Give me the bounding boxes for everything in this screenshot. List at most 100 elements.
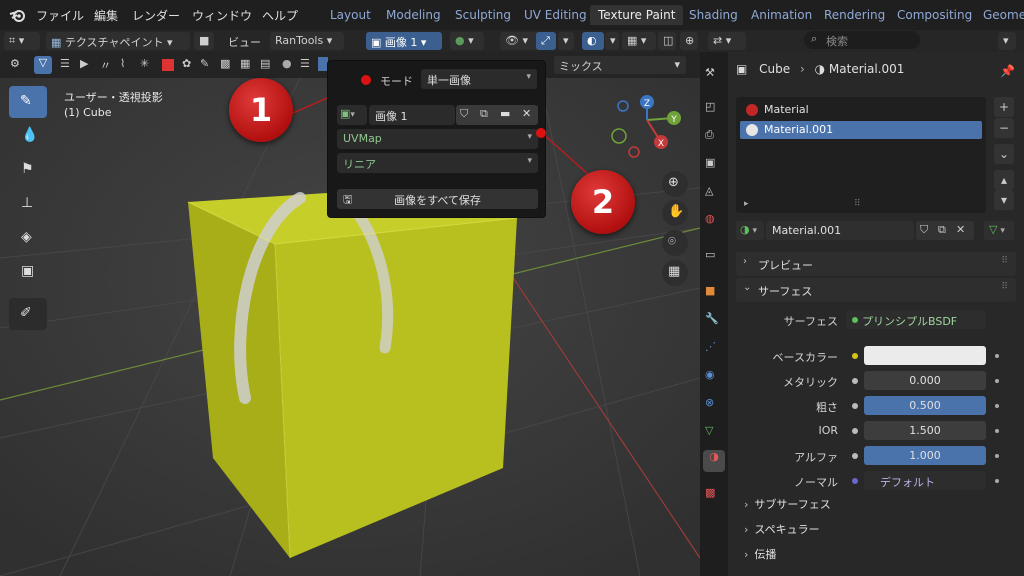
move-up-button[interactable]: ▴ (994, 170, 1014, 190)
grid-icon[interactable]: ▦ (240, 57, 254, 71)
keyframe-dot[interactable] (995, 479, 999, 483)
pin-icon[interactable]: 📌 (1000, 64, 1015, 78)
list-item[interactable]: Material (740, 101, 982, 119)
mask-tool[interactable]: ▣ (9, 256, 47, 288)
field-value[interactable]: デフォルト (864, 471, 986, 490)
field-value[interactable] (864, 346, 986, 365)
image-browse-button[interactable]: ▣▾ (337, 105, 367, 125)
mode-select[interactable]: ▦ テクスチャペイント ▾ (46, 32, 190, 50)
folder-icon[interactable]: ▬ (500, 107, 510, 120)
tab-modeling[interactable]: Modeling (378, 5, 449, 25)
overlay-icon[interactable]: ◐ (582, 32, 604, 50)
object-tab-icon[interactable]: ■ (705, 284, 723, 302)
constraints-tab-icon[interactable]: ⊗ (705, 396, 723, 414)
surface-shader-select[interactable]: プリンシプルBSDF (846, 310, 986, 329)
shading-dot-button[interactable]: ● ▾ (450, 32, 484, 50)
visibility-button[interactable]: 👁 ▾ (500, 32, 540, 50)
subsurface-panel-header[interactable]: › サブサーフェス (744, 496, 831, 512)
field-value[interactable]: 0.000 (864, 371, 986, 390)
sparkle-icon[interactable]: ✳ (140, 57, 154, 71)
data-tab-icon[interactable]: ▽ (705, 424, 723, 442)
tab-layout[interactable]: Layout (322, 5, 379, 25)
physics-tab-icon[interactable]: ◉ (705, 368, 723, 386)
tab-rendering[interactable]: Rendering (816, 5, 893, 25)
fake-user-shield-icon[interactable]: ⛉ (920, 223, 928, 237)
smear-tool[interactable]: ⚑ (9, 154, 47, 186)
keyframe-dot[interactable] (995, 404, 999, 408)
resize-handle-icon[interactable]: ⠿ (854, 199, 861, 209)
blur-tool[interactable]: 💧 (9, 120, 47, 152)
socket-dot[interactable] (852, 403, 858, 409)
gizmo-dropdown-button[interactable]: ▾ (558, 32, 574, 50)
remove-material-slot-button[interactable]: − (994, 118, 1014, 138)
socket-dot[interactable] (852, 478, 858, 484)
menu-edit[interactable]: 編集 (94, 7, 118, 24)
texture-tab-icon[interactable]: ▩ (705, 486, 723, 504)
material-browse-button[interactable]: ◑ ▾ (736, 221, 764, 240)
link-data-button[interactable]: ▽ ▾ (984, 221, 1014, 240)
gizmo-toggle-icon[interactable]: ⤢ (536, 32, 556, 50)
drag-handle-icon[interactable]: ⠿ (1001, 282, 1008, 292)
close-icon[interactable]: ✕ (522, 107, 531, 120)
collection-tab-icon[interactable]: ▭ (705, 248, 723, 266)
rantools-menu[interactable]: RanTools ▾ (270, 32, 344, 50)
interpolation-select[interactable]: リニア ▾ (337, 153, 538, 173)
fake-user-shield-icon[interactable]: ⛉ (460, 107, 468, 121)
search-input[interactable]: ⌕ 検索 (804, 31, 920, 49)
tab-animation[interactable]: Animation (743, 5, 820, 25)
settings-gear-icon[interactable]: ⚙ (10, 57, 24, 71)
tab-sculpting[interactable]: Sculpting (447, 5, 519, 25)
tab-geometry[interactable]: Geomet (975, 5, 1024, 25)
list-icon[interactable]: ☰ (60, 57, 74, 71)
clone-tool[interactable]: ⊥ (9, 188, 47, 220)
duplicate-icon[interactable]: ⧉ (480, 107, 488, 121)
tab-uv-editing[interactable]: UV Editing (516, 5, 595, 25)
move-down-button[interactable]: ▾ (994, 190, 1014, 210)
scene-tab-icon[interactable]: ◬ (705, 184, 723, 202)
uv-map-select[interactable]: UVMap ▾ (337, 129, 538, 149)
menu-view[interactable]: ビュー (228, 34, 261, 50)
editor-type-button[interactable]: ⌗ ▾ (4, 32, 40, 50)
wrench-icon[interactable]: ✎ (200, 57, 214, 71)
zoom-button[interactable]: ⊕ (662, 171, 688, 197)
field-value[interactable]: 0.500 (864, 396, 986, 415)
view-layer-tab-icon[interactable]: ▣ (705, 156, 723, 174)
mask-icon[interactable]: ▩ (220, 57, 234, 71)
curve-icon[interactable]: ⌇ (120, 57, 134, 71)
wireframe-shading-icon[interactable]: ⊕ (680, 32, 698, 50)
socket-dot[interactable] (852, 428, 858, 434)
layers-icon[interactable]: ▤ (260, 57, 274, 71)
image-name-field[interactable]: 画像 1 (369, 105, 455, 125)
keyframe-dot[interactable] (995, 429, 999, 433)
menu-render[interactable]: レンダー (132, 7, 180, 24)
overlay-dropdown-button[interactable]: ▾ (605, 32, 619, 50)
camera-icon[interactable]: ▶ (80, 57, 94, 71)
keyframe-dot[interactable] (995, 454, 999, 458)
xray-icon[interactable]: ◫ (658, 32, 676, 50)
tool-tab-icon[interactable]: ⚒ (705, 66, 723, 84)
uv-overlay-button[interactable]: ▦ ▾ (622, 32, 656, 50)
render-tab-icon[interactable]: ◰ (705, 100, 723, 118)
draw-brush-tool[interactable]: ✎ (9, 86, 47, 118)
fill-tool[interactable]: ◈ (9, 222, 47, 254)
options-dropdown-button[interactable]: ▾ (998, 32, 1016, 50)
material-name-field[interactable]: Material.001 (766, 221, 914, 240)
menu-help[interactable]: ヘルプ (262, 7, 298, 24)
brush-strokes-icon[interactable]: 〃 (100, 57, 114, 72)
toggle-icon[interactable]: ■ (194, 32, 214, 50)
camera-view-button[interactable]: ⌾ (662, 230, 688, 256)
output-tab-icon[interactable]: ⎙ (705, 128, 723, 146)
tab-shading[interactable]: Shading (681, 5, 746, 25)
filter-icon[interactable]: ▽ (34, 56, 52, 74)
red-square-icon[interactable] (162, 59, 174, 71)
preview-panel-header[interactable]: › プレビュー ⠿ (736, 252, 1016, 276)
world-tab-icon[interactable]: ◍ (705, 212, 723, 230)
socket-dot[interactable] (852, 378, 858, 384)
socket-dot[interactable] (852, 353, 858, 359)
list-item[interactable]: Material.001 (740, 121, 982, 139)
editor-type-properties-button[interactable]: ⇄ ▾ (708, 32, 746, 50)
surface-panel-header[interactable]: ⌄ サーフェス ⠿ (736, 278, 1016, 302)
menu-file[interactable]: ファイル (36, 7, 84, 24)
annotate-tool[interactable]: ✐ (9, 298, 47, 330)
gear-cog-icon[interactable]: ✿ (182, 57, 196, 71)
